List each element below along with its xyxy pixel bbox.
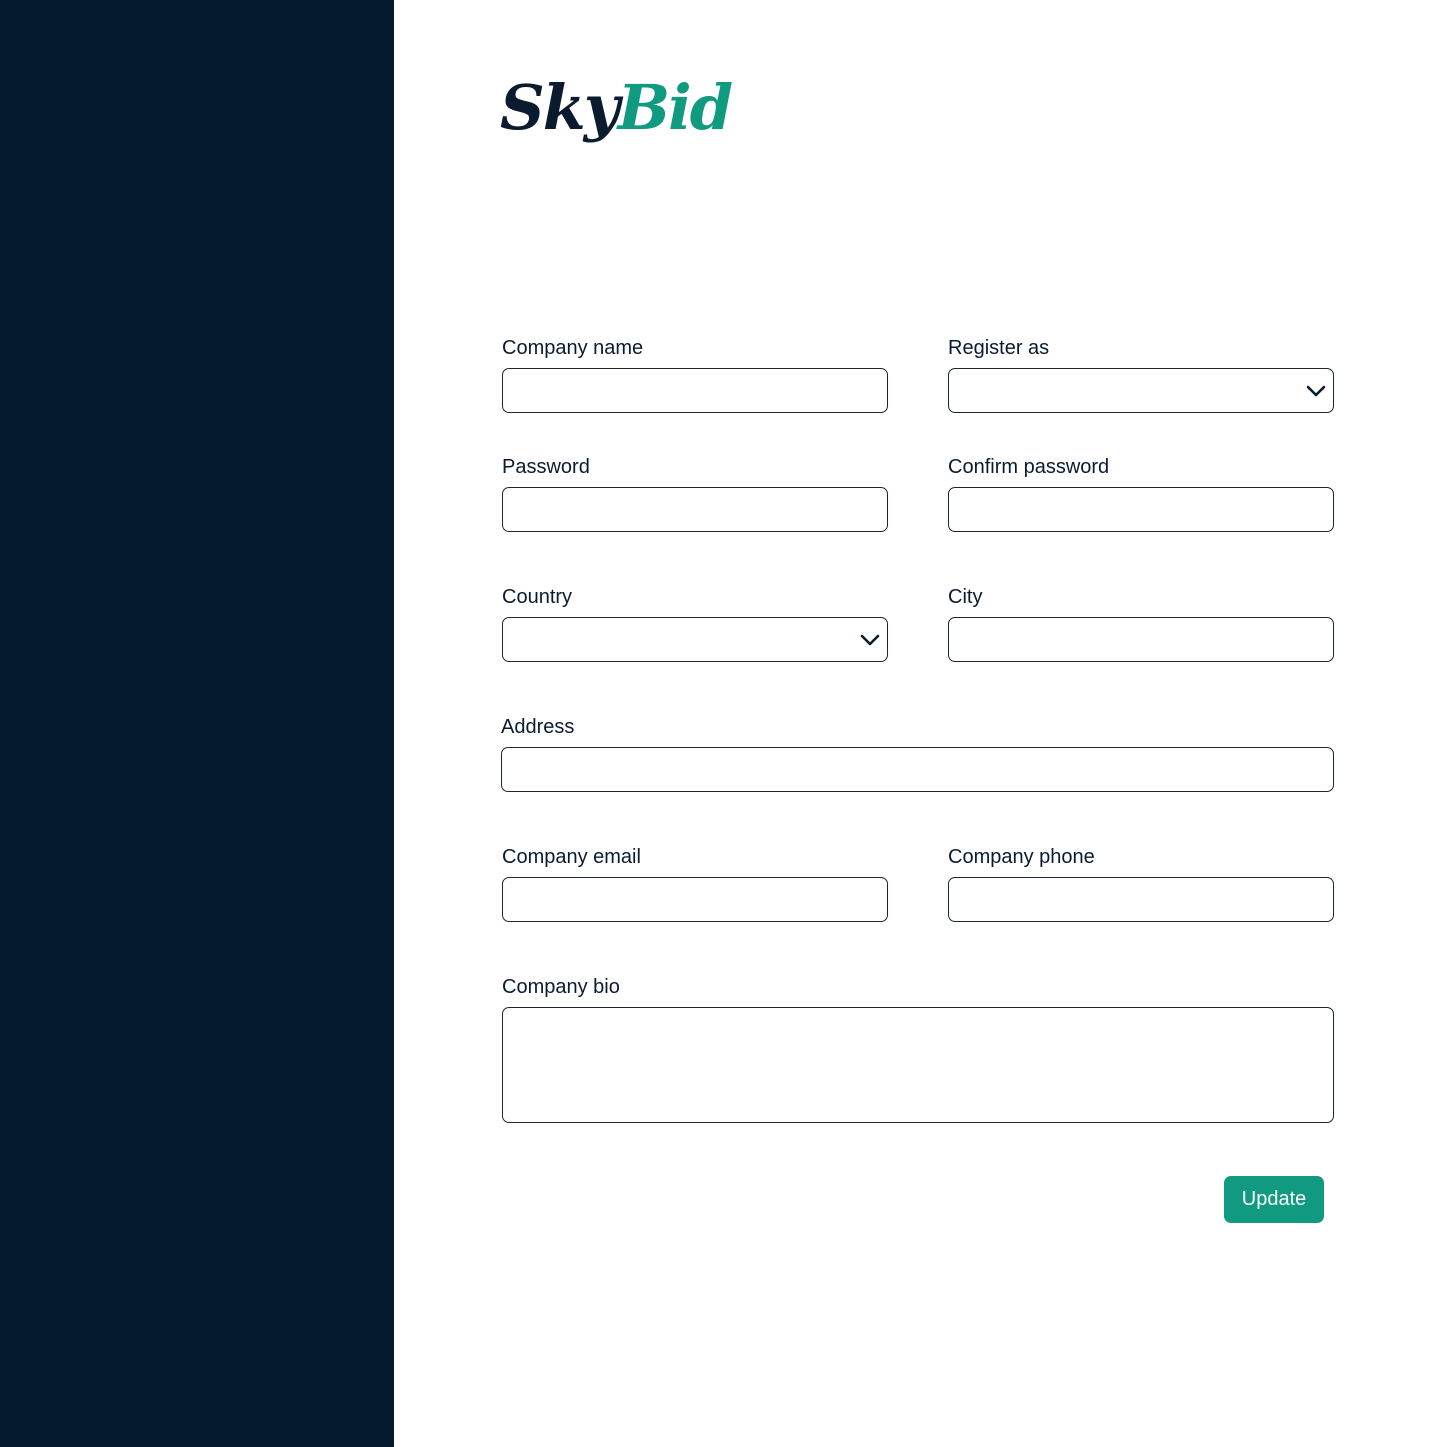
password-input[interactable] xyxy=(503,488,887,531)
city-field xyxy=(948,617,1334,662)
company-phone-label: Company phone xyxy=(948,846,1095,868)
country-label: Country xyxy=(502,586,573,608)
chevron-down-icon xyxy=(1306,385,1326,397)
company-bio-textarea[interactable] xyxy=(503,1008,1333,1122)
company-email-input[interactable] xyxy=(503,878,887,921)
register-as-label: Register as xyxy=(948,337,1050,359)
company-bio-field xyxy=(502,1007,1334,1123)
logo-text-bid: Bid xyxy=(617,71,733,144)
country-select[interactable] xyxy=(502,617,888,662)
skybid-logo: SkyBid xyxy=(500,71,733,144)
company-name-field xyxy=(502,368,888,413)
address-label: Address xyxy=(501,716,575,738)
city-label: City xyxy=(948,586,983,608)
company-phone-input[interactable] xyxy=(949,878,1333,921)
company-email-field xyxy=(502,877,888,922)
password-field xyxy=(502,487,888,532)
company-name-label: Company name xyxy=(502,337,644,359)
company-phone-field xyxy=(948,877,1334,922)
chevron-down-icon xyxy=(860,634,880,646)
address-input[interactable] xyxy=(502,748,1333,791)
confirm-password-field xyxy=(948,487,1334,532)
update-button[interactable]: Update xyxy=(1224,1176,1324,1223)
password-label: Password xyxy=(502,456,590,478)
address-field xyxy=(501,747,1334,792)
sidebar-panel xyxy=(0,0,394,1447)
register-as-select[interactable] xyxy=(948,368,1334,413)
company-bio-label: Company bio xyxy=(502,976,620,998)
confirm-password-input[interactable] xyxy=(949,488,1333,531)
logo-text-sky: Sky xyxy=(500,71,620,144)
confirm-password-label: Confirm password xyxy=(948,456,1110,478)
company-name-input[interactable] xyxy=(503,369,887,412)
company-email-label: Company email xyxy=(502,846,641,868)
city-input[interactable] xyxy=(949,618,1333,661)
